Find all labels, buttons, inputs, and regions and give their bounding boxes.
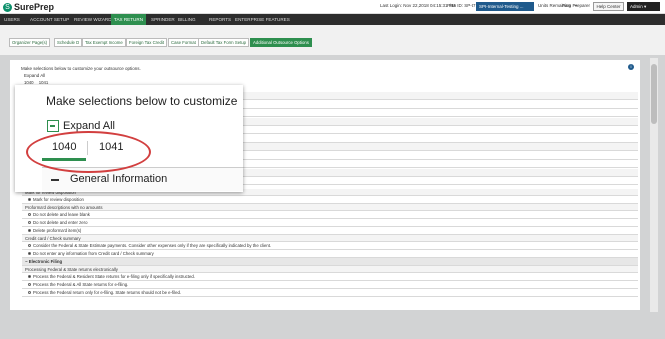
nav-enterprise-features[interactable]: ENTERPRISE FEATURES [232,14,293,25]
logo-text: SurePrep [14,2,55,12]
user-menu[interactable]: Admin ▾ [627,2,660,11]
expand-all-link-small[interactable]: Expand All [24,73,45,78]
highlight-circle [26,131,151,173]
row-label: Proforma'd descriptions with no amounts [25,205,103,210]
nav-account-setup[interactable]: ACCOUNT SETUP [27,14,72,25]
tab-foreign-tax-credit[interactable]: Foreign Tax Credit [126,38,168,47]
row-label: Process the Federal return only for e-fi… [33,290,182,295]
tab-additional-outsource-options[interactable]: Additional Outsource Options [250,38,312,47]
table-row[interactable]: Delete proforma'd item(s) [22,227,638,235]
tab-organizer-pages[interactable]: Organizer Page(s) [9,38,51,47]
row-label: Do not delete and leave blank [33,212,90,217]
help-center-button[interactable]: Help Center [593,2,624,11]
expand-all-icon [47,120,59,132]
radio-button[interactable] [28,229,31,233]
tab-schedule-d[interactable]: Schedule D [54,38,83,47]
nav-sprinder[interactable]: SPRINDER [148,14,178,25]
row-label: Mark for review disposition [33,197,84,202]
row-label: Process the Federal & All State returns … [33,282,129,287]
row-label: Do not enter any information from Credit… [33,251,154,256]
nav-users[interactable]: USERS [1,14,23,25]
row-label: Credit card / Check summary [25,236,81,241]
info-icon[interactable]: i [628,64,634,70]
scrollbar-thumb[interactable] [651,64,657,124]
table-row: Processing Federal & State returns elect… [22,266,638,273]
table-row[interactable]: Do not delete and leave blank [22,211,638,219]
table-row[interactable]: Do not enter any information from Credit… [22,250,638,258]
table-row: − Electronic Filing [22,258,638,266]
tab-case-format[interactable]: Case Format [168,38,199,47]
nav-reports[interactable]: REPORTS [206,14,234,25]
radio-button[interactable] [28,291,31,295]
table-row[interactable]: Consider the Federal & State Estimate pa… [22,242,638,250]
row-label: Process the Federal & Resident State ret… [33,274,195,279]
radio-button[interactable] [28,252,31,256]
table-row[interactable]: Process the Federal & Resident State ret… [22,273,638,281]
radio-button[interactable] [28,244,31,248]
main-nav: USERS ACCOUNT SETUP REVIEW WIZARD TAX RE… [0,14,665,25]
sub-tabs-bar: Organizer Page(s) Schedule D Tax Exempt … [0,25,665,55]
table-row[interactable]: Process the Federal & All State returns … [22,281,638,289]
table-row: Credit card / Check summary [22,235,638,242]
nav-billing[interactable]: BILLING [175,14,199,25]
radio-button[interactable] [28,213,31,217]
row-label: − Electronic Filing [25,259,63,264]
sureprep-logo[interactable]: S SurePrep [3,2,54,12]
table-row[interactable]: Process the Federal return only for e-fi… [22,289,638,297]
user-label: Admin [630,4,643,9]
row-label: Consider the Federal & State Estimate pa… [33,243,272,248]
nav-tax-return[interactable]: TAX RETURN [111,14,147,25]
row-label: Processing Federal & State returns elect… [25,267,118,272]
table-row: Proforma'd descriptions with no amounts [22,204,638,211]
radio-button[interactable] [28,275,31,279]
firm-id-label: Firm ID: SP-t7 [447,3,476,8]
last-login-text: Last Login: Nov 22,2018 04:15:31 PM [380,3,456,8]
minus-icon[interactable] [51,179,59,181]
top-header: S SurePrep Last Login: Nov 22,2018 04:15… [0,0,665,14]
nav-review-wizard[interactable]: REVIEW WIZARD [71,14,115,25]
tab-tax-exempt-income[interactable]: Tax Exempt Income [82,38,126,47]
radio-button[interactable] [28,283,31,287]
role-dropdown[interactable]: Pam Preparer▾ [562,3,596,8]
row-label: Delete proforma'd item(s) [33,228,82,233]
sureprep-logo-icon: S [3,2,12,12]
vertical-scrollbar[interactable] [650,58,658,312]
instructions-text: Make selections below to customize your … [21,66,141,71]
radio-button[interactable] [28,221,31,225]
zoom-instructions-text: Make selections below to customize [46,94,238,108]
radio-button[interactable] [28,198,31,202]
tab-default-tax-form-setup[interactable]: Default Tax Form Setup [198,38,250,47]
firm-selector[interactable]: SPI-Internal-Testing ... [476,2,534,11]
table-row[interactable]: Do not delete and enter zero [22,219,638,227]
table-row[interactable]: Mark for review disposition [22,196,638,204]
role-label: Pam Preparer [562,3,591,8]
row-label: Do not delete and enter zero [33,220,88,225]
general-information-label: General Information [70,173,168,185]
chevron-down-icon: ▾ [644,4,647,9]
